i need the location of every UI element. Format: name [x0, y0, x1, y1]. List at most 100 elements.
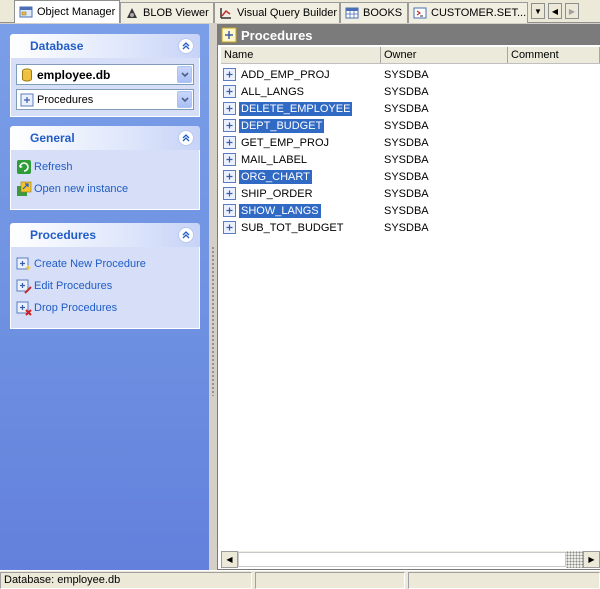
procedure-name: ORG_CHART [239, 169, 312, 184]
procedure-icon [221, 27, 237, 43]
procedure-row[interactable]: ALL_LANGS SYSDBA [221, 83, 600, 100]
procedure-name: SHOW_LANGS [239, 203, 321, 218]
procedure-row[interactable]: GET_EMP_PROJ SYSDBA [221, 134, 600, 151]
tab-label: CUSTOMER.SET... [431, 7, 527, 19]
procedure-name-cell[interactable]: SHOW_LANGS [221, 203, 382, 218]
database-select[interactable]: employee.db [16, 64, 194, 85]
procedure-name-cell[interactable]: SUB_TOT_BUDGET [221, 221, 382, 235]
procedure-icon [223, 85, 236, 98]
scrollbar-thumb[interactable] [238, 552, 566, 567]
tab-label: BOOKS [363, 7, 403, 19]
object-type-select-value: Procedures [37, 93, 94, 106]
link-label: Edit Procedures [34, 280, 113, 292]
procedure-row[interactable]: SHOW_LANGS SYSDBA [221, 202, 600, 219]
procedure-owner: SYSDBA [384, 187, 429, 200]
tab-object-manager[interactable]: Object Manager [14, 0, 120, 23]
procedures-list-pane: Procedures Name Owner Comment ADD_EMP_PR… [217, 24, 600, 570]
link-label: Drop Procedures [34, 302, 118, 314]
collapse-icon[interactable] [178, 227, 194, 243]
arrow-left-icon: ◀ [551, 6, 559, 16]
procedures-panel: Procedures Create New Procedure Edit Pro… [10, 223, 200, 329]
procedure-name: ADD_EMP_PROJ [241, 68, 330, 81]
create-new-procedure-link[interactable]: Create New Procedure [16, 253, 194, 275]
procedure-name: ALL_LANGS [241, 85, 304, 98]
tab-visual-query-builder[interactable]: Visual Query Builder [214, 2, 340, 23]
procedure-row[interactable]: DELETE_EMPLOYEE SYSDBA [221, 100, 600, 117]
procedure-name: DEPT_BUDGET [239, 118, 325, 133]
database-select-value: employee.db [37, 67, 111, 82]
procedure-tab-icon [413, 7, 427, 19]
open-instance-icon [17, 181, 32, 196]
drop-procedures-link[interactable]: Drop Procedures [16, 297, 194, 319]
procedure-row[interactable]: ORG_CHART SYSDBA [221, 168, 600, 185]
scroll-right-button[interactable]: ▶ [583, 551, 600, 568]
procedure-row[interactable]: DEPT_BUDGET SYSDBA [221, 117, 600, 134]
procedure-row[interactable]: ADD_EMP_PROJ SYSDBA [221, 66, 600, 83]
status-bar: Database: employee.db [0, 570, 600, 589]
tab-scroll-left-button[interactable]: ◀ [548, 3, 562, 19]
link-label: Open new instance [34, 183, 129, 195]
procedure-name-cell[interactable]: ADD_EMP_PROJ [221, 68, 382, 82]
list-title: Procedures [241, 27, 313, 43]
tab-books[interactable]: BOOKS [340, 2, 408, 23]
database-panel-header[interactable]: Database [10, 34, 200, 58]
column-header-comment[interactable]: Comment [508, 47, 600, 63]
tab-scroll-right-button[interactable]: ▶ [565, 3, 579, 19]
arrow-left-icon: ◀ [226, 555, 233, 564]
horizontal-scrollbar[interactable]: ◀ ▶ [221, 550, 600, 568]
procedure-name-cell[interactable]: SHIP_ORDER [221, 187, 382, 201]
tab-label: Object Manager [37, 6, 116, 18]
procedure-icon [223, 170, 236, 183]
chevron-down-icon[interactable] [177, 91, 192, 108]
procedure-name-cell[interactable]: ORG_CHART [221, 169, 382, 184]
query-builder-icon [220, 8, 231, 19]
procedure-row[interactable]: SHIP_ORDER SYSDBA [221, 185, 600, 202]
procedure-icon [223, 221, 236, 234]
pane-splitter[interactable] [209, 24, 217, 570]
column-header-name[interactable]: Name [221, 47, 381, 63]
procedure-name: GET_EMP_PROJ [241, 136, 330, 149]
procedure-name-cell[interactable]: DEPT_BUDGET [221, 118, 382, 133]
scroll-left-button[interactable]: ◀ [221, 551, 238, 568]
link-label: Refresh [34, 161, 73, 173]
procedure-owner: SYSDBA [384, 153, 429, 166]
procedure-icon [223, 136, 236, 149]
column-header-owner[interactable]: Owner [381, 47, 508, 63]
arrow-right-icon: ▶ [588, 555, 595, 564]
link-label: Create New Procedure [34, 258, 146, 270]
procedure-owner: SYSDBA [384, 68, 429, 81]
navigation-pane: Database employee.db Procedures General … [0, 24, 209, 570]
splitter-grip[interactable] [211, 246, 215, 396]
arrow-right-icon: ▶ [568, 6, 576, 16]
procedure-name-cell[interactable]: DELETE_EMPLOYEE [221, 101, 382, 116]
procedure-row[interactable]: MAIL_LABEL SYSDBA [221, 151, 600, 168]
edit-procedures-link[interactable]: Edit Procedures [16, 275, 194, 297]
tab-blob-viewer[interactable]: BLOB Viewer [120, 2, 214, 23]
collapse-icon[interactable] [178, 130, 194, 146]
tab-list-dropdown-button[interactable]: ▼ [531, 3, 545, 19]
edit-procedure-icon [16, 279, 32, 294]
chevron-down-icon[interactable] [177, 66, 192, 83]
procedure-icon [223, 204, 236, 217]
refresh-link[interactable]: Refresh [16, 156, 194, 178]
procedure-name-cell[interactable]: ALL_LANGS [221, 85, 382, 99]
resize-grip[interactable] [566, 551, 583, 568]
procedure-owner: SYSDBA [384, 221, 429, 234]
procedure-name-cell[interactable]: MAIL_LABEL [221, 153, 382, 167]
procedure-owner: SYSDBA [384, 85, 429, 98]
procedure-row[interactable]: SUB_TOT_BUDGET SYSDBA [221, 219, 600, 236]
procedure-icon [223, 153, 236, 166]
open-new-instance-link[interactable]: Open new instance [16, 178, 194, 200]
drop-procedure-icon [16, 301, 32, 316]
collapse-icon[interactable] [178, 38, 194, 54]
procedure-name-cell[interactable]: GET_EMP_PROJ [221, 136, 382, 150]
refresh-icon [17, 160, 31, 174]
procedure-owner: SYSDBA [384, 204, 429, 217]
general-panel-header[interactable]: General [10, 126, 200, 150]
status-panel-2 [255, 572, 405, 589]
table-icon [345, 7, 359, 19]
tab-customer-set[interactable]: CUSTOMER.SET... [408, 2, 528, 23]
procedures-panel-header[interactable]: Procedures [10, 223, 200, 247]
procedure-icon [223, 102, 236, 115]
object-type-select[interactable]: Procedures [16, 89, 194, 110]
